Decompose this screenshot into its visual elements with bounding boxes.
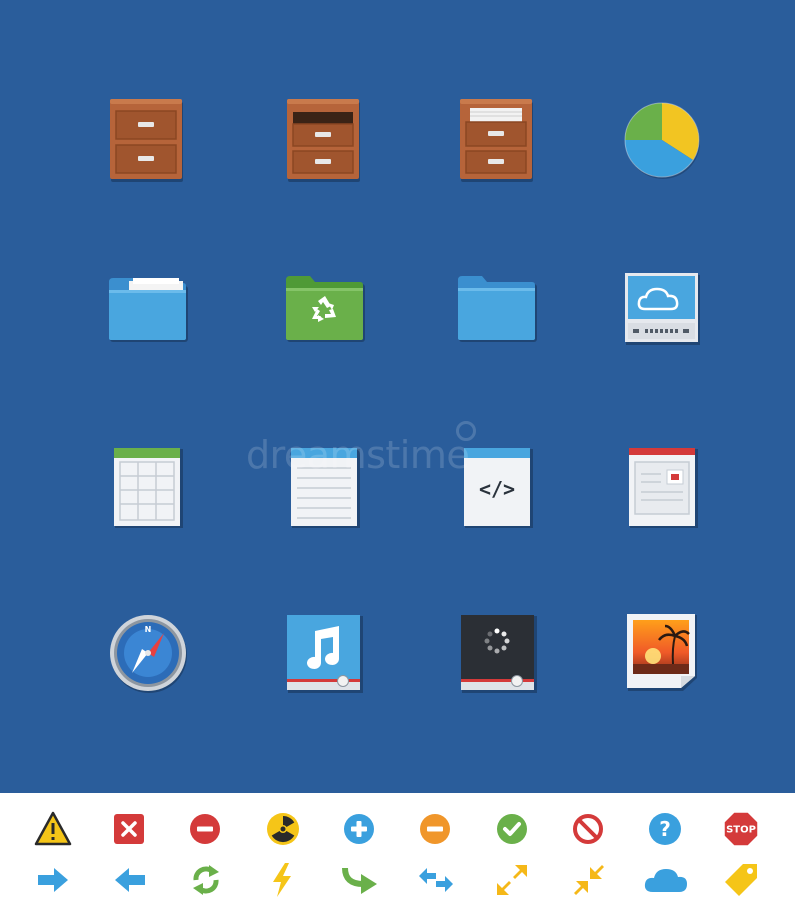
compass-icon[interactable]: N: [106, 611, 190, 695]
prohibited-icon[interactable]: [572, 813, 604, 845]
spreadsheet-icon[interactable]: [112, 446, 184, 528]
expand-icon[interactable]: [495, 863, 529, 897]
recycle-folder-icon[interactable]: [284, 274, 366, 344]
pie-chart-icon[interactable]: [622, 100, 702, 180]
stop-icon[interactable]: STOP: [723, 811, 759, 847]
open-drawer-cabinet-icon[interactable]: [285, 98, 363, 184]
webpage-document-icon[interactable]: [627, 446, 699, 528]
watermark: dreamstime: [246, 421, 546, 479]
swap-arrows-icon[interactable]: [417, 866, 455, 894]
watermark-text: dreamstime: [246, 433, 470, 477]
help-icon[interactable]: ?: [648, 812, 682, 846]
arrow-right-icon[interactable]: [36, 866, 70, 894]
blue-folder-icon[interactable]: [456, 274, 538, 344]
plus-icon[interactable]: [343, 813, 375, 845]
minus-red-icon[interactable]: [189, 813, 221, 845]
warning-icon[interactable]: [34, 811, 72, 847]
radiation-icon[interactable]: [266, 812, 300, 846]
svg-text:?: ?: [659, 817, 671, 841]
drawer-with-files-icon[interactable]: [458, 98, 536, 184]
refresh-icon[interactable]: [190, 863, 222, 897]
close-icon[interactable]: [113, 813, 145, 845]
lightning-icon[interactable]: [269, 862, 295, 898]
cloud-server-icon[interactable]: [623, 271, 701, 345]
folder-with-papers-icon[interactable]: [107, 276, 189, 344]
watermark-logo-icon: [456, 421, 476, 441]
code-glyph: </>: [479, 477, 515, 501]
music-player-icon[interactable]: [285, 613, 363, 693]
video-player-icon[interactable]: [459, 613, 537, 693]
stop-label: STOP: [726, 825, 756, 836]
tag-icon[interactable]: [723, 862, 759, 898]
arrow-left-icon[interactable]: [113, 866, 147, 894]
compass-north-letter: N: [145, 625, 152, 634]
collapse-icon[interactable]: [572, 863, 606, 897]
minus-orange-icon[interactable]: [419, 813, 451, 845]
icon-set-canvas: </> N dreamstime ? STOP: [0, 0, 795, 900]
cloud-icon[interactable]: [643, 866, 689, 894]
check-icon[interactable]: [496, 813, 528, 845]
image-file-icon[interactable]: [625, 612, 701, 692]
two-drawer-cabinet-icon[interactable]: [108, 98, 186, 184]
redirect-arrow-icon[interactable]: [341, 864, 379, 896]
